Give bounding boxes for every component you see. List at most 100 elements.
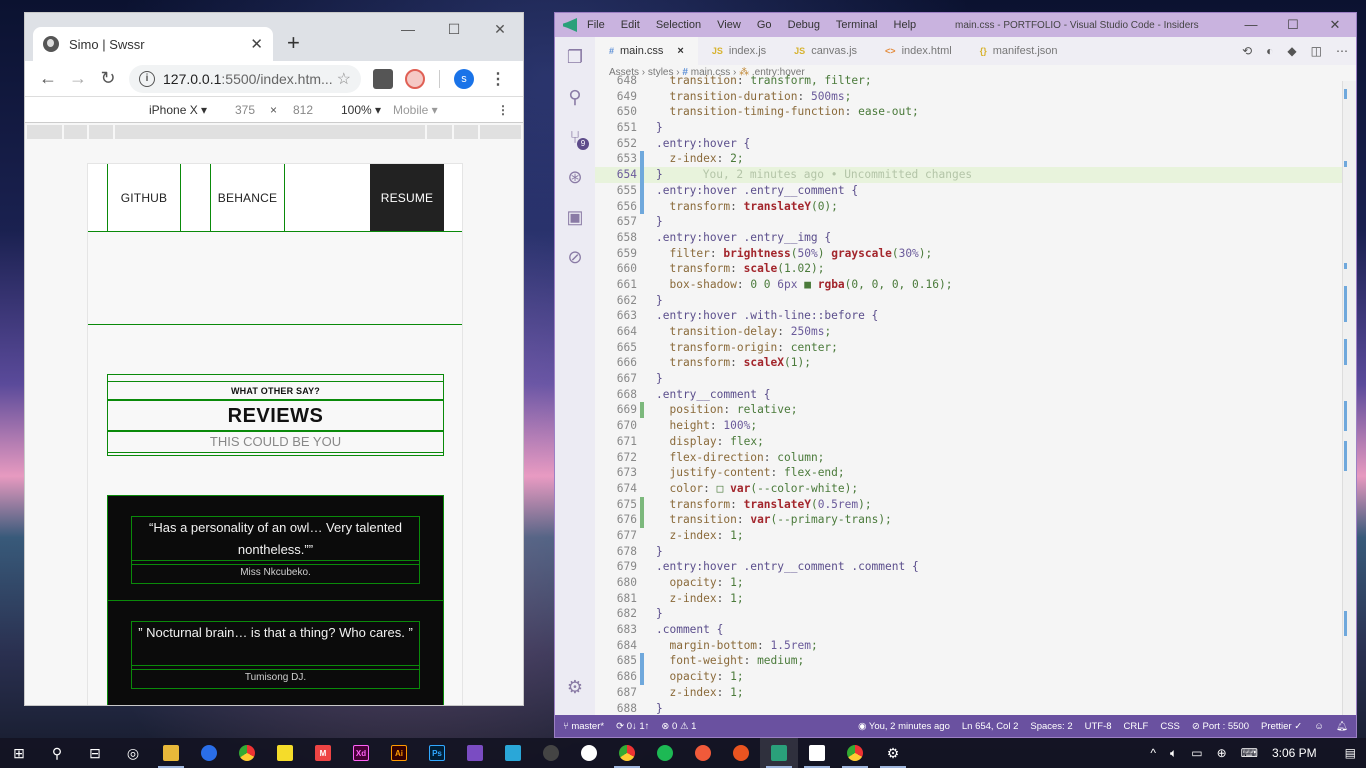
extension-lamp-icon[interactable] bbox=[373, 68, 393, 89]
code-line[interactable]: 663 .entry:hover .with-line::before { bbox=[595, 308, 1342, 324]
more-actions-icon[interactable]: ⋯ bbox=[1336, 44, 1348, 58]
tab-index-js[interactable]: JS index.js bbox=[698, 37, 780, 65]
cursor-position[interactable]: Ln 654, Col 2 bbox=[962, 721, 1019, 732]
device-more-icon[interactable]: ⋮ bbox=[497, 103, 509, 117]
code-line[interactable]: 670 height: 100%; bbox=[595, 418, 1342, 434]
battery-icon[interactable]: ▭ bbox=[1191, 746, 1202, 760]
problems-status[interactable]: ⊗ 0 ⚠ 1 bbox=[661, 721, 696, 732]
search-icon[interactable]: ⚲ bbox=[555, 77, 595, 117]
keyboard-icon[interactable]: ⌨ bbox=[1241, 746, 1258, 760]
explorer-icon[interactable]: ❐ bbox=[555, 37, 595, 77]
code-line[interactable]: 658 .entry:hover .entry__img { bbox=[595, 230, 1342, 246]
split-editor-icon[interactable]: ◫ bbox=[1311, 44, 1322, 58]
maximize-button[interactable]: ☐ bbox=[431, 21, 477, 38]
notifications-bell-icon[interactable]: 🔔︎ bbox=[1336, 721, 1348, 732]
photos-icon[interactable] bbox=[798, 738, 836, 768]
chrome-icon[interactable] bbox=[228, 738, 266, 768]
feedback-icon[interactable]: ☺ bbox=[1314, 721, 1324, 732]
mongodb-compass-icon[interactable] bbox=[570, 738, 608, 768]
code-line[interactable]: 678} bbox=[595, 544, 1342, 560]
code-line[interactable]: 654} You, 2 minutes ago • Uncommitted cha… bbox=[595, 167, 1342, 183]
menu-view[interactable]: View bbox=[717, 19, 741, 31]
review-item[interactable]: “Has a personality of an owl… Very talen… bbox=[108, 496, 443, 601]
spotify-icon[interactable] bbox=[646, 738, 684, 768]
menu-file[interactable]: File bbox=[587, 19, 605, 31]
volume-icon[interactable]: 🔈︎ bbox=[1170, 746, 1177, 761]
gmail-icon[interactable]: M bbox=[304, 738, 342, 768]
code-editor[interactable]: 648 transition: transform, filter; 649 tr… bbox=[595, 73, 1342, 715]
blame-status[interactable]: ◉ You, 2 minutes ago bbox=[858, 721, 950, 732]
ubuntu-icon[interactable] bbox=[722, 738, 760, 768]
code-line[interactable]: 661 box-shadow: 0 0 6px ■ rgba(0, 0, 0, … bbox=[595, 277, 1342, 293]
profile-avatar[interactable]: s bbox=[454, 68, 474, 89]
git-branch-status[interactable]: ⑂ master* bbox=[563, 721, 604, 732]
menu-edit[interactable]: Edit bbox=[621, 19, 640, 31]
code-line[interactable]: 656 transform: translateY(0); bbox=[595, 198, 1342, 215]
adobe-xd-icon[interactable]: Xd bbox=[342, 738, 380, 768]
nav-github-link[interactable]: GITHUB bbox=[107, 164, 181, 231]
bookmark-star-icon[interactable]: ☆ bbox=[337, 69, 351, 89]
code-line[interactable]: 682} bbox=[595, 606, 1342, 622]
network-icon[interactable]: ⊕ bbox=[1217, 746, 1227, 760]
tab-main-css[interactable]: # main.css × bbox=[595, 37, 698, 65]
code-line[interactable]: 666 transform: scaleX(1); bbox=[595, 355, 1342, 371]
code-line[interactable]: 687 z-index: 1; bbox=[595, 685, 1342, 701]
open-changes-icon[interactable]: ⟲ bbox=[1242, 44, 1252, 58]
code-line[interactable]: 652 .entry:hover { bbox=[595, 136, 1342, 152]
new-tab-button[interactable]: + bbox=[287, 32, 300, 54]
toggle-blame-icon[interactable]: ◐ bbox=[1266, 44, 1273, 58]
media-query-bar[interactable] bbox=[25, 125, 523, 141]
code-line[interactable]: 674 color: □ var(--color-white); bbox=[595, 481, 1342, 497]
illustrator-icon[interactable]: Ai bbox=[380, 738, 418, 768]
code-line[interactable]: 680 opacity: 1; bbox=[595, 575, 1342, 591]
tab-manifest-json[interactable]: {} manifest.json bbox=[966, 37, 1072, 65]
source-control-icon[interactable]: ⑂ 9 bbox=[555, 117, 595, 157]
review-item[interactable]: ” Nocturnal brain… is that a thing? Who … bbox=[108, 601, 443, 705]
photoshop-icon[interactable]: Ps bbox=[418, 738, 456, 768]
code-line[interactable]: 685 font-weight: medium; bbox=[595, 653, 1342, 670]
code-line[interactable]: 651} bbox=[595, 120, 1342, 136]
menu-help[interactable]: Help bbox=[894, 19, 917, 31]
firefox-icon[interactable] bbox=[190, 738, 228, 768]
code-line[interactable]: 684 margin-bottom: 1.5rem; bbox=[595, 638, 1342, 654]
code-line[interactable]: 679 .entry:hover .entry__comment .comment… bbox=[595, 559, 1342, 575]
code-line[interactable]: 667} bbox=[595, 371, 1342, 387]
code-line[interactable]: 664 transition-delay: 250ms; bbox=[595, 324, 1342, 340]
start-button[interactable]: ⊞ bbox=[0, 738, 38, 768]
git-lens-icon[interactable]: ◆ bbox=[1287, 44, 1296, 58]
code-line[interactable]: 681 z-index: 1; bbox=[595, 591, 1342, 607]
file-explorer-icon[interactable] bbox=[152, 738, 190, 768]
menu-selection[interactable]: Selection bbox=[656, 19, 701, 31]
menu-debug[interactable]: Debug bbox=[788, 19, 820, 31]
orange-app-icon[interactable] bbox=[684, 738, 722, 768]
code-line[interactable]: 675 transform: translateY(0.5rem); bbox=[595, 496, 1342, 513]
settings-gear-icon[interactable]: ⚙ bbox=[555, 667, 595, 707]
address-bar[interactable]: i 127.0.0.1:5500/index.htm... ☆ bbox=[129, 64, 361, 93]
code-line[interactable]: 673 justify-content: flex-end; bbox=[595, 465, 1342, 481]
settings-icon[interactable]: ⚙ bbox=[874, 738, 912, 768]
code-line[interactable]: 677 z-index: 1; bbox=[595, 528, 1342, 544]
task-view-icon[interactable]: ⊟ bbox=[76, 738, 114, 768]
browser-tab[interactable]: Simo | Swssr ✕ bbox=[33, 27, 273, 61]
menu-go[interactable]: Go bbox=[757, 19, 772, 31]
forward-button[interactable]: → bbox=[63, 68, 93, 89]
tab-index-html[interactable]: <> index.html bbox=[871, 37, 966, 65]
back-button[interactable]: ← bbox=[33, 68, 63, 89]
indentation-status[interactable]: Spaces: 2 bbox=[1030, 721, 1072, 732]
menu-terminal[interactable]: Terminal bbox=[836, 19, 878, 31]
overview-ruler[interactable] bbox=[1342, 81, 1356, 715]
code-line[interactable]: 662} bbox=[595, 293, 1342, 309]
code-line[interactable]: 657} bbox=[595, 214, 1342, 230]
throttle-select[interactable]: Mobile ▾ bbox=[393, 103, 438, 117]
zoom-select[interactable]: 100% ▾ bbox=[341, 103, 381, 117]
action-center-icon[interactable]: ▤ bbox=[1345, 746, 1356, 760]
code-line[interactable]: 671 display: flex; bbox=[595, 434, 1342, 450]
close-tab-icon[interactable]: × bbox=[677, 45, 683, 57]
sticky-notes-icon[interactable] bbox=[266, 738, 304, 768]
code-line[interactable]: 669 position: relative; bbox=[595, 402, 1342, 419]
prettier-status[interactable]: Prettier ✓ bbox=[1261, 721, 1302, 732]
code-line[interactable]: 648 transition: transform, filter; bbox=[595, 73, 1342, 89]
git-sync-status[interactable]: ⟳ 0↓ 1↑ bbox=[616, 721, 649, 732]
info-icon[interactable]: i bbox=[139, 70, 155, 87]
code-line[interactable]: 649 transition-duration: 500ms; bbox=[595, 89, 1342, 105]
